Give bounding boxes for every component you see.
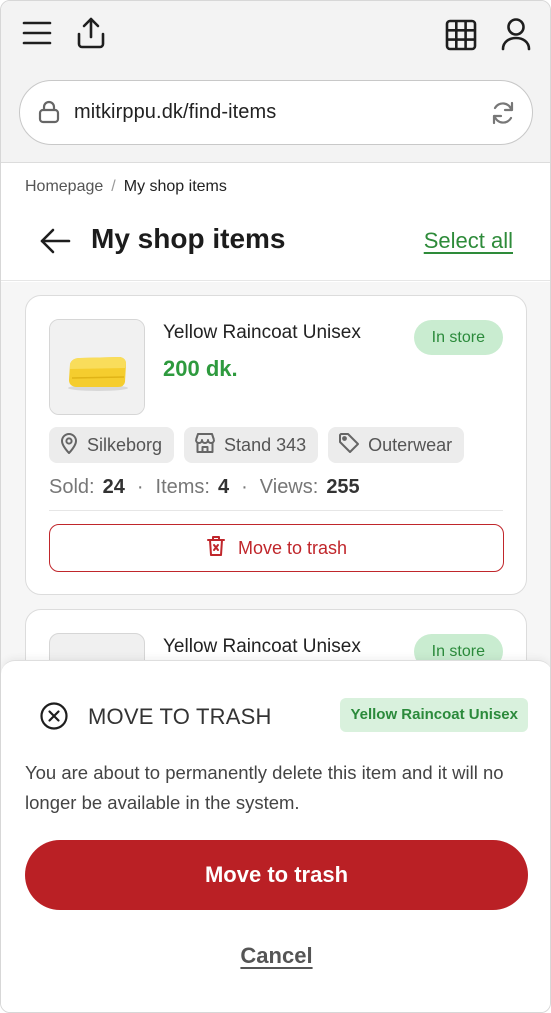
- item-title: Yellow Raincoat Unisex: [163, 636, 361, 657]
- close-circle-icon[interactable]: [39, 701, 69, 731]
- browser-chrome: mitkirppu.dk/find-items: [1, 1, 550, 163]
- divider: [49, 510, 503, 511]
- dialog-title: MOVE TO TRASH: [88, 704, 272, 729]
- grid-icon[interactable]: [443, 17, 479, 53]
- item-title: Yellow Raincoat Unisex: [163, 322, 361, 343]
- sold-value: 24: [102, 476, 125, 498]
- move-to-trash-dialog: MOVE TO TRASH Yellow Raincoat Unisex You…: [1, 660, 550, 1012]
- item-card[interactable]: Yellow Raincoat Unisex 200 dk. In store …: [25, 295, 527, 595]
- confirm-move-to-trash-button[interactable]: Move to trash: [25, 840, 528, 910]
- dialog-message: You are about to permanently delete this…: [25, 762, 504, 813]
- items-value: 4: [217, 476, 230, 498]
- share-icon[interactable]: [73, 15, 109, 51]
- item-stats: Sold: 24 · Items: 4 · Views: 255: [49, 476, 360, 499]
- views-label: Views:: [259, 476, 319, 498]
- move-to-trash-button[interactable]: Move to trash: [49, 524, 504, 572]
- sold-label: Sold:: [49, 476, 95, 498]
- category-chip: Outerwear: [328, 427, 465, 463]
- status-badge: In store: [413, 320, 503, 355]
- breadcrumb-separator: /: [111, 178, 116, 195]
- dialog-item-badge: Yellow Raincoat Unisex: [340, 698, 528, 732]
- stats-separator: ·: [241, 476, 248, 498]
- items-label: Items:: [155, 476, 210, 498]
- breadcrumb: Homepage / My shop items: [25, 178, 227, 196]
- page-header: My shop items Select all: [1, 211, 550, 281]
- location-label: Silkeborg: [87, 434, 163, 455]
- item-thumbnail: [49, 319, 145, 415]
- tag-icon: [338, 432, 360, 459]
- stand-label: Stand 343: [224, 434, 307, 455]
- reload-icon[interactable]: [490, 100, 516, 126]
- user-icon[interactable]: [498, 15, 534, 53]
- move-to-trash-label: Move to trash: [237, 537, 348, 558]
- breadcrumb-home[interactable]: Homepage: [25, 178, 103, 196]
- store-icon: [194, 432, 216, 459]
- lock-icon: [38, 100, 60, 124]
- app-frame: mitkirppu.dk/find-items Homepage / My sh…: [0, 0, 551, 1013]
- back-arrow-icon[interactable]: [39, 227, 71, 255]
- stats-separator: ·: [136, 476, 144, 498]
- address-bar[interactable]: mitkirppu.dk/find-items: [19, 80, 533, 145]
- location-chip: Silkeborg: [49, 427, 175, 463]
- views-value: 255: [326, 476, 360, 498]
- location-pin-icon: [59, 432, 79, 459]
- cancel-button[interactable]: Cancel: [1, 943, 550, 969]
- menu-icon[interactable]: [21, 17, 53, 49]
- breadcrumb-current: My shop items: [123, 178, 227, 195]
- select-all-link[interactable]: Select all: [424, 228, 513, 254]
- stand-chip: Stand 343: [184, 427, 319, 463]
- trash-icon: [206, 535, 226, 562]
- page-title: My shop items: [91, 223, 286, 254]
- item-tags: Silkeborg Stand 343 Outerwear: [49, 427, 465, 463]
- category-label: Outerwear: [368, 434, 453, 455]
- url-text[interactable]: mitkirppu.dk/find-items: [74, 101, 276, 124]
- item-price: 200 dk.: [163, 356, 238, 381]
